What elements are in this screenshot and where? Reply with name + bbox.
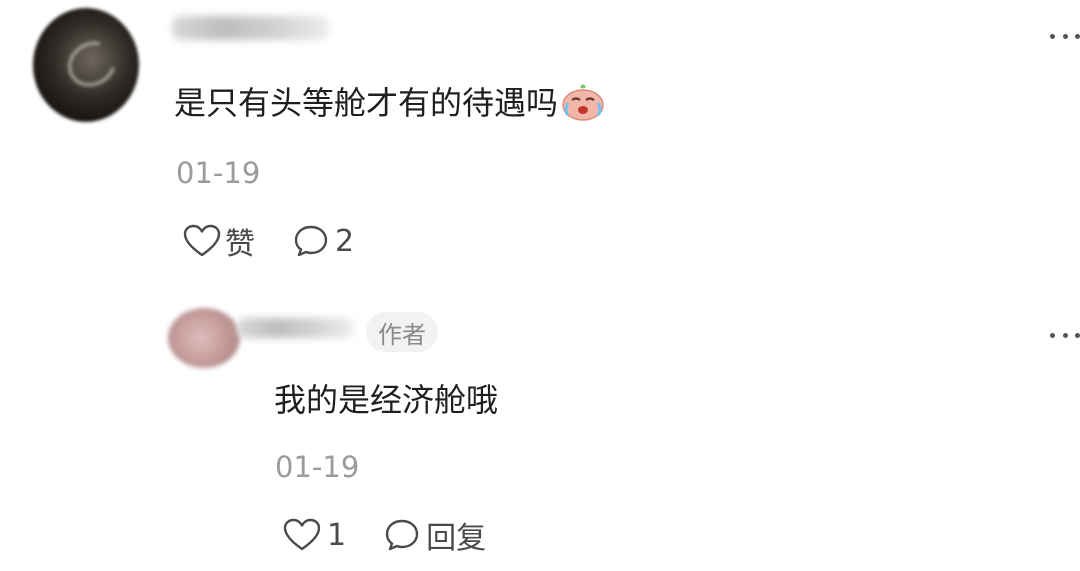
like-button[interactable]: 赞	[183, 219, 255, 263]
author-badge: 作者	[366, 312, 438, 352]
reply-text: 我的是经济舱哦	[274, 375, 498, 421]
speech-bubble-icon	[294, 225, 328, 257]
reply-count-button[interactable]: 2	[293, 224, 354, 259]
comment-date: 01-19	[176, 156, 261, 190]
reply-actions: 1 回复	[283, 513, 524, 557]
reply-text-content: 我的是经济舱哦	[274, 381, 499, 419]
reply-label: 回复	[426, 521, 487, 556]
more-dots-icon[interactable]	[1050, 330, 1080, 340]
comment-text-content: 是只有头等舱才有的待遇吗	[174, 84, 559, 122]
comment-actions: 赞 2	[183, 219, 392, 263]
reply-date: 01-19	[275, 450, 360, 484]
comment-text: 是只有头等舱才有的待遇吗	[174, 78, 606, 124]
user-avatar[interactable]	[33, 8, 139, 122]
author-username-blurred[interactable]	[236, 318, 354, 338]
like-count: 1	[327, 517, 347, 553]
reply-count: 2	[335, 223, 355, 259]
heart-outline-icon	[283, 518, 321, 551]
like-button[interactable]: 1	[283, 518, 346, 553]
crying-face-emoji-icon	[560, 81, 606, 121]
heart-outline-icon	[183, 224, 221, 257]
speech-bubble-icon	[385, 519, 419, 551]
like-label: 赞	[225, 227, 255, 262]
author-avatar[interactable]	[168, 308, 240, 368]
more-dots-icon[interactable]	[1050, 31, 1080, 41]
reply-button[interactable]: 回复	[384, 513, 486, 557]
username-blurred[interactable]	[172, 16, 330, 40]
